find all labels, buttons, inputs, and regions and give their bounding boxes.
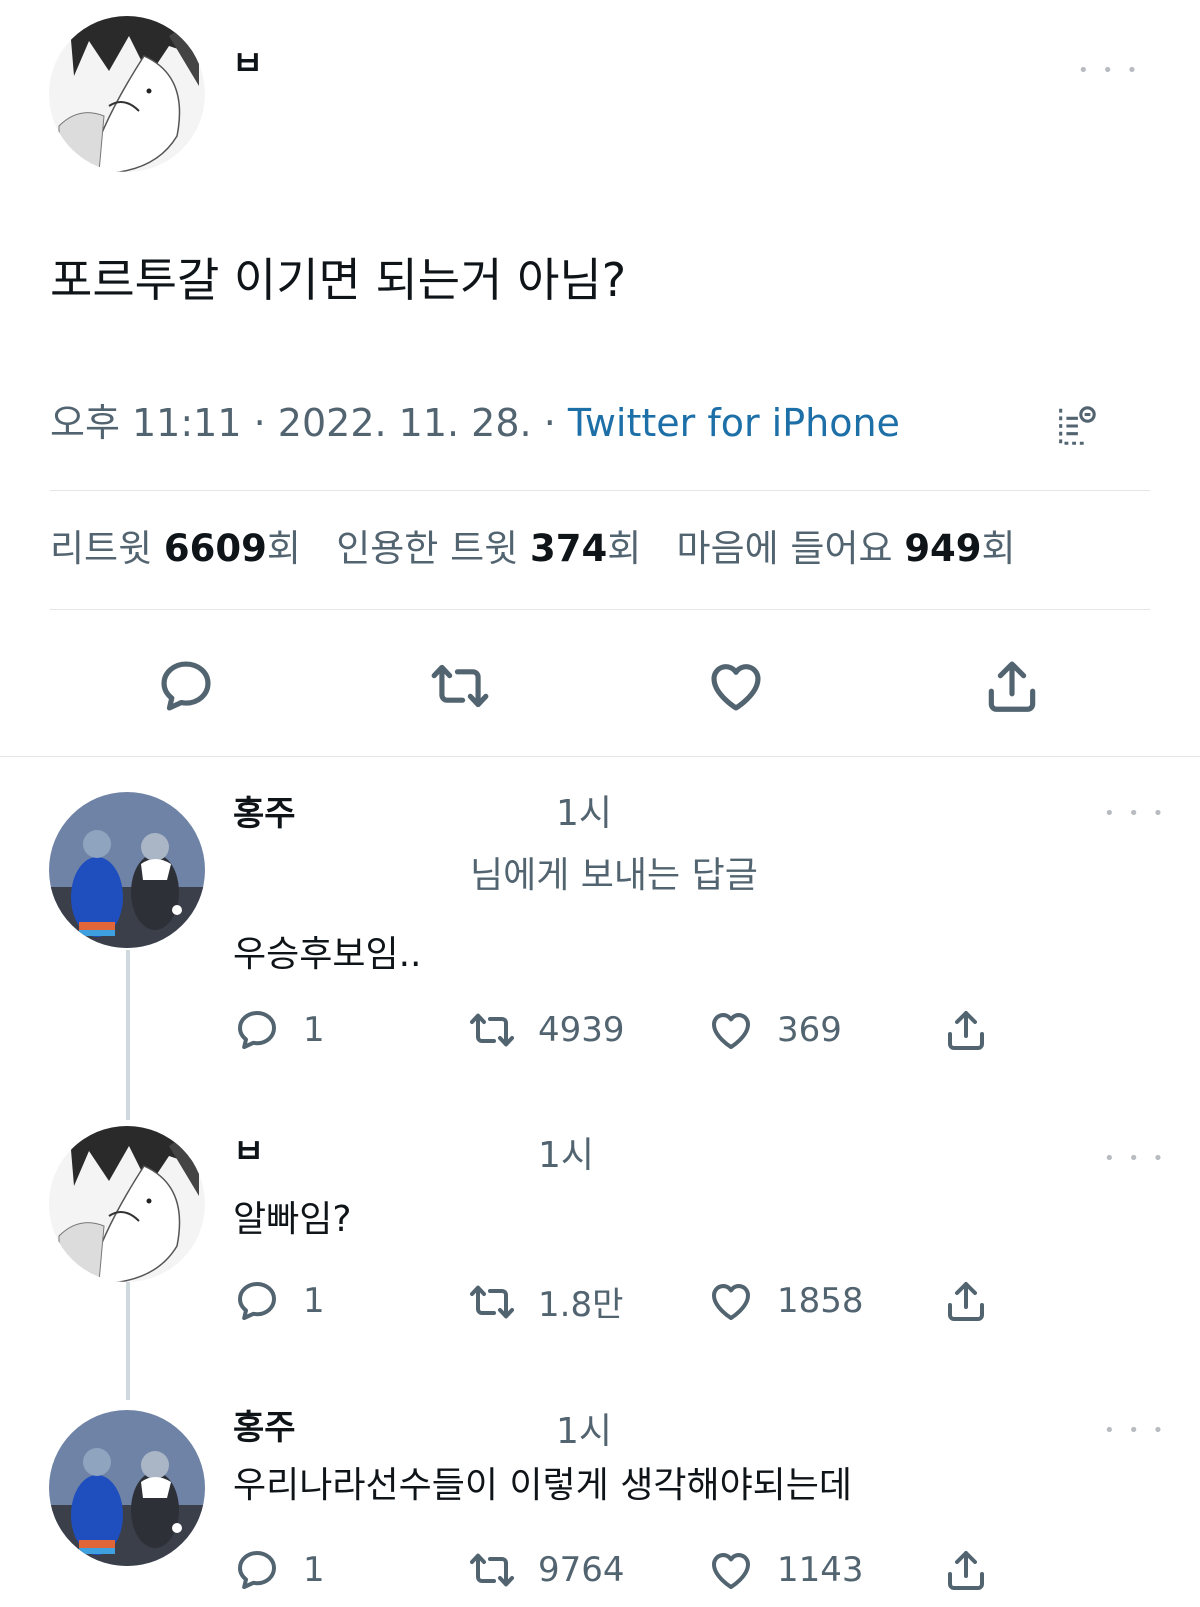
reply-count: 1 bbox=[303, 1550, 325, 1590]
tweet-source-link[interactable]: Twitter for iPhone bbox=[568, 401, 900, 445]
author-name[interactable]: ㅂ bbox=[233, 1132, 264, 1172]
analytics-icon[interactable] bbox=[1050, 400, 1102, 452]
reply-icon bbox=[233, 1277, 281, 1325]
avatar-image bbox=[49, 16, 205, 172]
author-name[interactable]: ㅂ bbox=[232, 44, 263, 84]
reply-time[interactable]: 1시 bbox=[556, 1410, 612, 1454]
retweet-count: 1.8만 bbox=[538, 1285, 624, 1325]
retweet-count: 9764 bbox=[538, 1550, 625, 1590]
share-icon bbox=[981, 655, 1043, 717]
reply-action[interactable]: 1 bbox=[233, 1546, 325, 1594]
divider bbox=[0, 756, 1200, 757]
like-action[interactable]: 369 bbox=[707, 1006, 842, 1054]
share-action[interactable] bbox=[942, 1277, 990, 1325]
like-button[interactable] bbox=[700, 650, 772, 722]
retweet-action[interactable]: 4939 bbox=[468, 1006, 625, 1054]
retweet-count: 4939 bbox=[538, 1010, 625, 1050]
reply-count: 1 bbox=[303, 1010, 325, 1050]
quotes-label: 인용한 트윗 bbox=[336, 527, 519, 570]
retweet-icon bbox=[429, 655, 491, 717]
like-action[interactable]: 1858 bbox=[707, 1277, 864, 1325]
reply-button[interactable] bbox=[150, 650, 222, 722]
reply-icon bbox=[155, 655, 217, 717]
quotes-unit: 회 bbox=[607, 527, 642, 570]
retweets-unit: 회 bbox=[266, 527, 301, 570]
retweet-button[interactable] bbox=[424, 650, 496, 722]
more-options-icon[interactable]: • • • bbox=[1104, 1420, 1167, 1441]
replying-to-label: 님에게 보내는 답글 bbox=[470, 855, 758, 896]
meta-separator: · bbox=[253, 401, 266, 445]
share-icon bbox=[942, 1546, 990, 1594]
tweet-time: 오후 11:11 bbox=[50, 401, 242, 445]
avatar-image bbox=[49, 1410, 205, 1566]
tweet-meta: 오후 11:11 · 2022. 11. 28. · Twitter for i… bbox=[50, 400, 900, 446]
share-icon bbox=[942, 1006, 990, 1054]
retweet-icon bbox=[468, 1546, 516, 1594]
share-action[interactable] bbox=[942, 1546, 990, 1594]
share-action[interactable] bbox=[942, 1006, 990, 1054]
share-icon bbox=[942, 1277, 990, 1325]
heart-icon bbox=[707, 1277, 755, 1325]
share-button[interactable] bbox=[976, 650, 1048, 722]
more-options-icon[interactable]: • • • bbox=[1104, 1148, 1167, 1169]
retweets-label: 리트윗 bbox=[50, 527, 153, 570]
reply-icon bbox=[233, 1546, 281, 1594]
retweet-action[interactable]: 1.8만 bbox=[468, 1277, 623, 1326]
reply-action[interactable]: 1 bbox=[233, 1277, 325, 1325]
like-count: 1143 bbox=[777, 1550, 864, 1590]
reply-text: 알빠임? bbox=[233, 1199, 352, 1240]
likes-count: 949 bbox=[904, 527, 982, 570]
heart-icon bbox=[707, 1006, 755, 1054]
tweet-date: 2022. 11. 28. bbox=[277, 401, 532, 445]
tweet-stats: 리트윗 6609회 인용한 트윗 374회 마음에 들어요 949회 bbox=[50, 526, 1016, 572]
like-action[interactable]: 1143 bbox=[707, 1546, 864, 1594]
avatar[interactable] bbox=[49, 792, 205, 948]
like-count: 1858 bbox=[777, 1281, 864, 1321]
heart-icon bbox=[705, 655, 767, 717]
more-options-icon[interactable]: • • • bbox=[1078, 60, 1141, 81]
quotes-count: 374 bbox=[529, 527, 608, 570]
meta-separator: · bbox=[543, 401, 556, 445]
retweet-action[interactable]: 9764 bbox=[468, 1546, 625, 1594]
avatar[interactable] bbox=[49, 1410, 205, 1566]
reply-text: 우승후보임.. bbox=[233, 934, 422, 975]
likes-stat[interactable]: 마음에 들어요 949회 bbox=[677, 527, 1016, 570]
quotes-stat[interactable]: 인용한 트윗 374회 bbox=[336, 527, 641, 570]
more-options-icon[interactable]: • • • bbox=[1104, 803, 1167, 824]
reply-time[interactable]: 1시 bbox=[538, 1134, 594, 1178]
reply-icon bbox=[233, 1006, 281, 1054]
like-count: 369 bbox=[777, 1010, 842, 1050]
divider bbox=[50, 609, 1150, 610]
avatar[interactable] bbox=[49, 16, 205, 172]
tweet-text: 포르투갈 이기면 되는거 아님? bbox=[50, 253, 627, 307]
avatar[interactable] bbox=[49, 1126, 205, 1282]
reply-action[interactable]: 1 bbox=[233, 1006, 325, 1054]
reply-text: 우리나라선수들이 이렇게 생각해야되는데 bbox=[233, 1465, 853, 1506]
retweet-icon bbox=[468, 1006, 516, 1054]
author-name[interactable]: 홍주 bbox=[233, 794, 296, 834]
divider bbox=[50, 490, 1150, 491]
retweets-count: 6609 bbox=[163, 527, 267, 570]
thread-line bbox=[126, 1282, 130, 1400]
likes-label: 마음에 들어요 bbox=[676, 527, 893, 570]
avatar-image bbox=[49, 792, 205, 948]
reply-time[interactable]: 1시 bbox=[556, 792, 612, 836]
reply-count: 1 bbox=[303, 1281, 325, 1321]
avatar-image bbox=[49, 1126, 205, 1282]
retweet-icon bbox=[468, 1278, 516, 1326]
likes-unit: 회 bbox=[981, 527, 1016, 570]
thread-line bbox=[126, 950, 130, 1120]
retweets-stat[interactable]: 리트윗 6609회 bbox=[50, 527, 301, 570]
heart-icon bbox=[707, 1546, 755, 1594]
author-name[interactable]: 홍주 bbox=[233, 1408, 296, 1448]
